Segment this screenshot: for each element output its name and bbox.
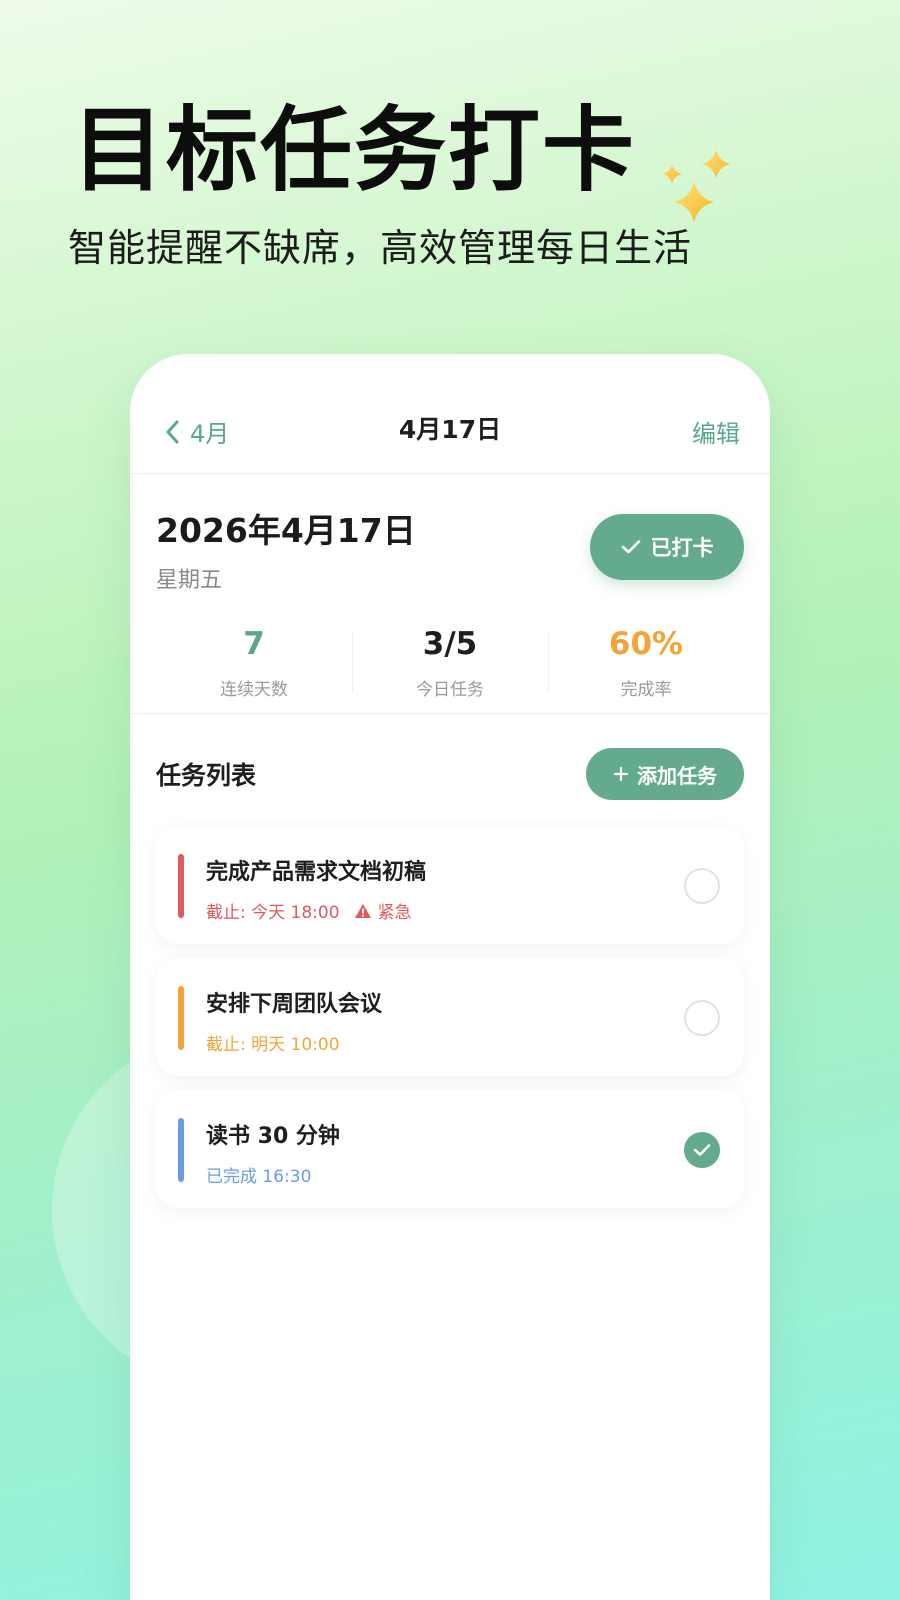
edit-button[interactable]: 编辑 [692,414,740,449]
task-item[interactable]: 安排下周团队会议 截止: 明天 10:00 [156,958,744,1076]
top-nav: 4月 4月17日 编辑 [130,354,770,474]
priority-bar [178,854,184,918]
plus-icon [613,766,629,782]
stat-label: 完成率 [620,680,672,701]
stat-label: 连续天数 [220,680,288,701]
check-icon [693,1144,711,1156]
checkin-label: 已打卡 [650,537,714,560]
stat-value: 60% [608,626,684,662]
back-button[interactable]: 4月 [164,414,229,449]
add-task-button[interactable]: 添加任务 [586,748,744,800]
hero-subtitle: 智能提醒不缺席，高效管理每日生活 [68,226,693,270]
task-meta: 截止: 今天 18:00 紧急 [206,898,718,923]
stat-today-tasks: 3/5 今日任务 [352,626,548,712]
stat-completion-rate: 60% 完成率 [548,626,744,712]
warning-triangle-icon [354,903,371,918]
task-deadline: 截止: 明天 10:00 [206,1035,340,1055]
phone-mockup: 4月 4月17日 编辑 2026年4月17日 星期五 已打卡 7 连续天数 3/… [130,354,770,1600]
task-title: 安排下周团队会议 [206,992,383,1017]
checkin-button[interactable]: 已打卡 [590,514,744,580]
urgent-tag: 紧急 [354,898,412,923]
back-label: 4月 [190,420,230,448]
task-checkbox[interactable] [684,868,720,904]
hero-title: 目标任务打卡 [72,97,637,204]
stat-streak: 7 连续天数 [156,626,352,712]
task-title: 读书 30 分钟 [206,1124,340,1149]
task-checkbox-checked[interactable] [684,1132,720,1168]
stat-value: 7 [243,626,265,662]
task-completed-time: 已完成 16:30 [206,1167,312,1187]
chevron-left-icon [166,420,179,443]
task-item[interactable]: 完成产品需求文档初稿 截止: 今天 18:00 紧急 [156,826,744,944]
task-checkbox[interactable] [684,1000,720,1036]
task-title: 完成产品需求文档初稿 [206,860,427,885]
task-meta: 已完成 16:30 [206,1162,718,1187]
stat-label: 今日任务 [416,680,484,701]
urgent-label: 紧急 [377,903,412,923]
stat-value: 3/5 [422,626,478,662]
check-icon [621,540,640,554]
task-list: 完成产品需求文档初稿 截止: 今天 18:00 紧急 安排下周团队会议 截止: … [130,826,770,1208]
tasks-title: 任务列表 [156,761,257,790]
add-task-label: 添加任务 [637,765,717,788]
date-summary: 2026年4月17日 星期五 已打卡 7 连续天数 3/5 今日任务 60% 完… [130,474,770,714]
task-item[interactable]: 读书 30 分钟 已完成 16:30 [156,1090,744,1208]
stats-row: 7 连续天数 3/5 今日任务 60% 完成率 [156,626,744,712]
priority-bar [178,986,184,1050]
priority-bar [178,1118,184,1182]
task-deadline: 截止: 今天 18:00 [206,903,340,923]
task-meta: 截止: 明天 10:00 [206,1030,718,1055]
tasks-header: 任务列表 添加任务 [130,722,770,826]
